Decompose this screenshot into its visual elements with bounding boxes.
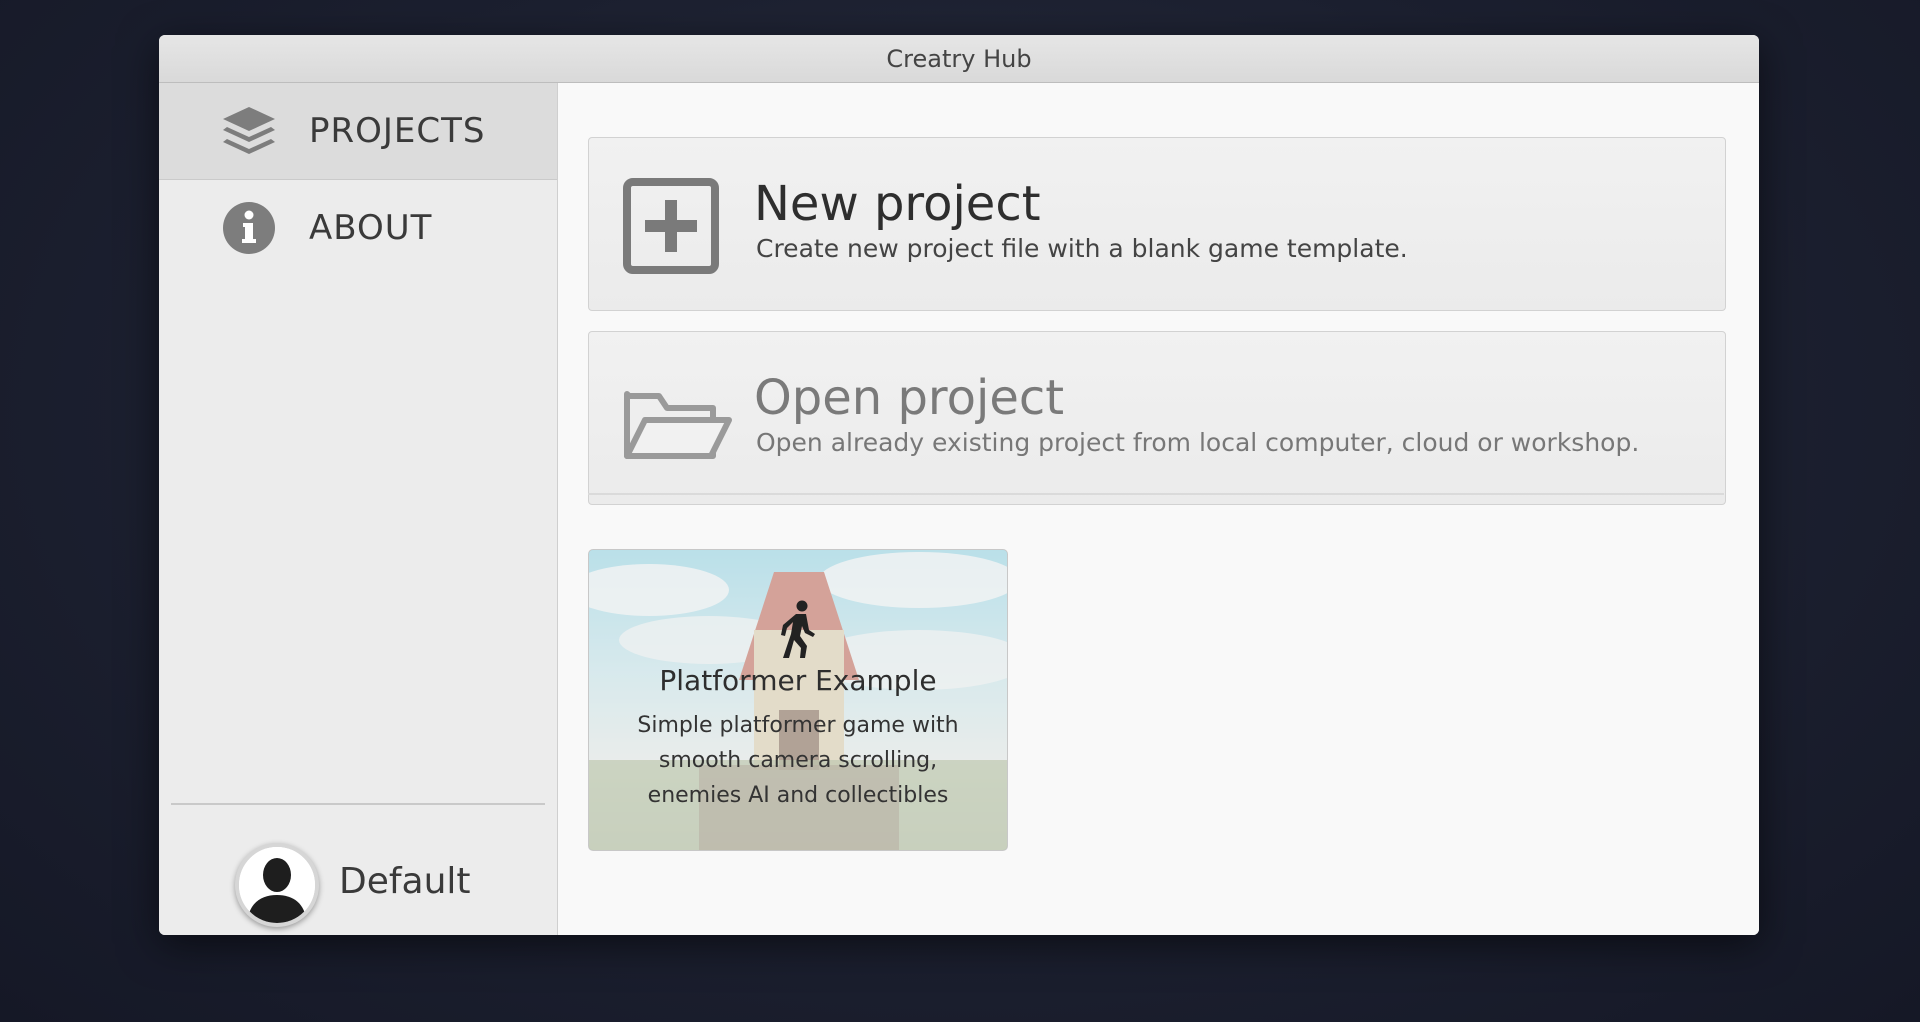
sidebar-item-label: PROJECTS bbox=[309, 111, 486, 151]
new-project-description: Create new project file with a blank gam… bbox=[756, 234, 1408, 263]
walking-person-icon bbox=[775, 600, 821, 660]
sidebar-item-about[interactable]: ABOUT bbox=[159, 180, 557, 276]
sidebar-divider bbox=[171, 803, 545, 805]
sidebar-item-projects[interactable]: PROJECTS bbox=[159, 83, 557, 180]
open-project-description: Open already existing project from local… bbox=[756, 428, 1640, 457]
open-project-button[interactable]: Open project Open already existing proje… bbox=[588, 331, 1726, 505]
sidebar-item-label: ABOUT bbox=[309, 208, 433, 248]
new-project-title: New project bbox=[754, 176, 1041, 232]
app-window: Creatry Hub PROJECTS ABOUT Default New p… bbox=[159, 35, 1759, 935]
plus-square-icon bbox=[623, 178, 719, 274]
folder-open-icon bbox=[623, 372, 732, 468]
sidebar: PROJECTS ABOUT Default bbox=[159, 83, 558, 935]
template-card-platformer[interactable]: Platformer Example Simple platformer gam… bbox=[588, 549, 1008, 851]
main-content: New project Create new project file with… bbox=[558, 83, 1759, 935]
title-bar[interactable]: Creatry Hub bbox=[159, 35, 1759, 83]
template-description: Simple platformer game with smooth camer… bbox=[637, 713, 959, 808]
layers-icon bbox=[221, 103, 277, 159]
window-title: Creatry Hub bbox=[886, 44, 1032, 73]
info-icon bbox=[221, 200, 277, 256]
user-profile[interactable]: Default bbox=[159, 813, 557, 935]
new-project-button[interactable]: New project Create new project file with… bbox=[588, 137, 1726, 311]
section-divider bbox=[588, 493, 1724, 495]
open-project-title: Open project bbox=[754, 370, 1065, 426]
template-title: Platformer Example bbox=[659, 664, 937, 697]
user-name: Default bbox=[339, 861, 471, 902]
user-avatar-icon bbox=[235, 843, 319, 927]
